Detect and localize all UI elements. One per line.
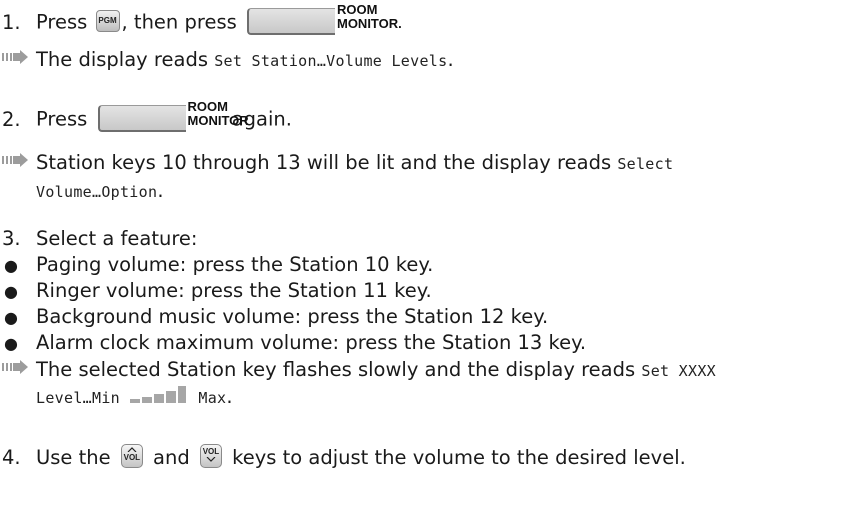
bullet-text: Alarm clock maximum volume: press the St… <box>36 331 587 354</box>
bullet-text: Paging volume: press the Station 10 key. <box>36 253 434 276</box>
step-1: 1. Press PGM, then press ROOM MONITOR. <box>0 3 429 40</box>
bullet-text: Background music volume: press the Stati… <box>36 305 549 328</box>
key-label: ROOM MONITOR. <box>336 2 402 31</box>
room-monitor-key-icon: ROOM MONITOR <box>94 99 249 133</box>
list-item: ● Background music volume: press the Stat… <box>0 304 548 331</box>
list-item: ● Ringer volume: press the Station 11 key… <box>0 278 432 305</box>
step-2: 2. Press ROOM MONITOR again. <box>0 100 292 137</box>
bullet-icon: ● <box>4 282 18 301</box>
arrow-right-icon <box>0 45 36 71</box>
volume-level-bars-icon <box>130 384 188 410</box>
step-3: 3. Select a feature: <box>0 226 197 252</box>
display-readout: Max <box>198 389 227 407</box>
volume-up-key-icon: VOL <box>120 443 143 468</box>
result-1: The display reads Set Station…Volume Lev… <box>0 47 454 74</box>
result-2: Station keys 10 through 13 will be lit a… <box>0 150 673 177</box>
display-readout: Set XXXX <box>641 362 717 380</box>
bullet-icon: ● <box>4 256 18 275</box>
step-4: 4. Use the VOL and VOL keys to adjust the… <box>0 443 686 471</box>
punctuation: . <box>226 385 233 408</box>
key-cap <box>246 8 335 35</box>
step-text: Press <box>36 107 88 131</box>
step-text: , then press <box>121 10 237 34</box>
bullet-text: Ringer volume: press the Station 11 key. <box>36 279 432 302</box>
display-readout: Volume…Option <box>36 183 158 201</box>
bullet-icon: ● <box>4 308 18 327</box>
list-item: ● Paging volume: press the Station 10 key… <box>0 252 433 279</box>
result-text: The display reads <box>36 48 208 71</box>
key-label: ROOM MONITOR <box>187 99 249 128</box>
step-text: Use the <box>36 446 111 469</box>
display-readout: Set Station…Volume Levels <box>214 52 448 70</box>
punctuation: . <box>157 179 164 202</box>
pgm-key-icon: PGM <box>95 10 120 32</box>
display-readout: Level…Min <box>36 389 120 407</box>
step-number: 4. <box>2 446 21 469</box>
result-3-continued: Level…Min Max. <box>36 384 233 411</box>
display-readout: Select <box>617 155 674 173</box>
result-text: Station keys 10 through 13 will be lit a… <box>36 151 612 174</box>
step-text: and <box>153 446 190 469</box>
arrow-right-icon <box>0 148 36 174</box>
bullet-icon: ● <box>4 334 18 353</box>
key-cap <box>97 105 186 132</box>
step-text: Press <box>36 10 88 34</box>
step-text: keys to adjust the volume to the desired… <box>232 446 686 469</box>
step-number: 1. <box>2 10 21 34</box>
step-text: Select a feature: <box>36 227 198 250</box>
result-text: The selected Station key flashes slowly … <box>36 358 636 381</box>
room-monitor-key-icon: ROOM MONITOR. <box>243 2 429 36</box>
result-3: The selected Station key flashes slowly … <box>0 357 716 384</box>
list-item: ● Alarm clock maximum volume: press the S… <box>0 330 586 357</box>
volume-down-key-icon: VOL <box>199 443 222 468</box>
step-number: 3. <box>2 227 21 250</box>
punctuation: . <box>447 48 454 71</box>
step-number: 2. <box>2 107 21 131</box>
arrow-right-icon <box>0 355 36 381</box>
result-2-continued: Volume…Option. <box>36 178 164 205</box>
